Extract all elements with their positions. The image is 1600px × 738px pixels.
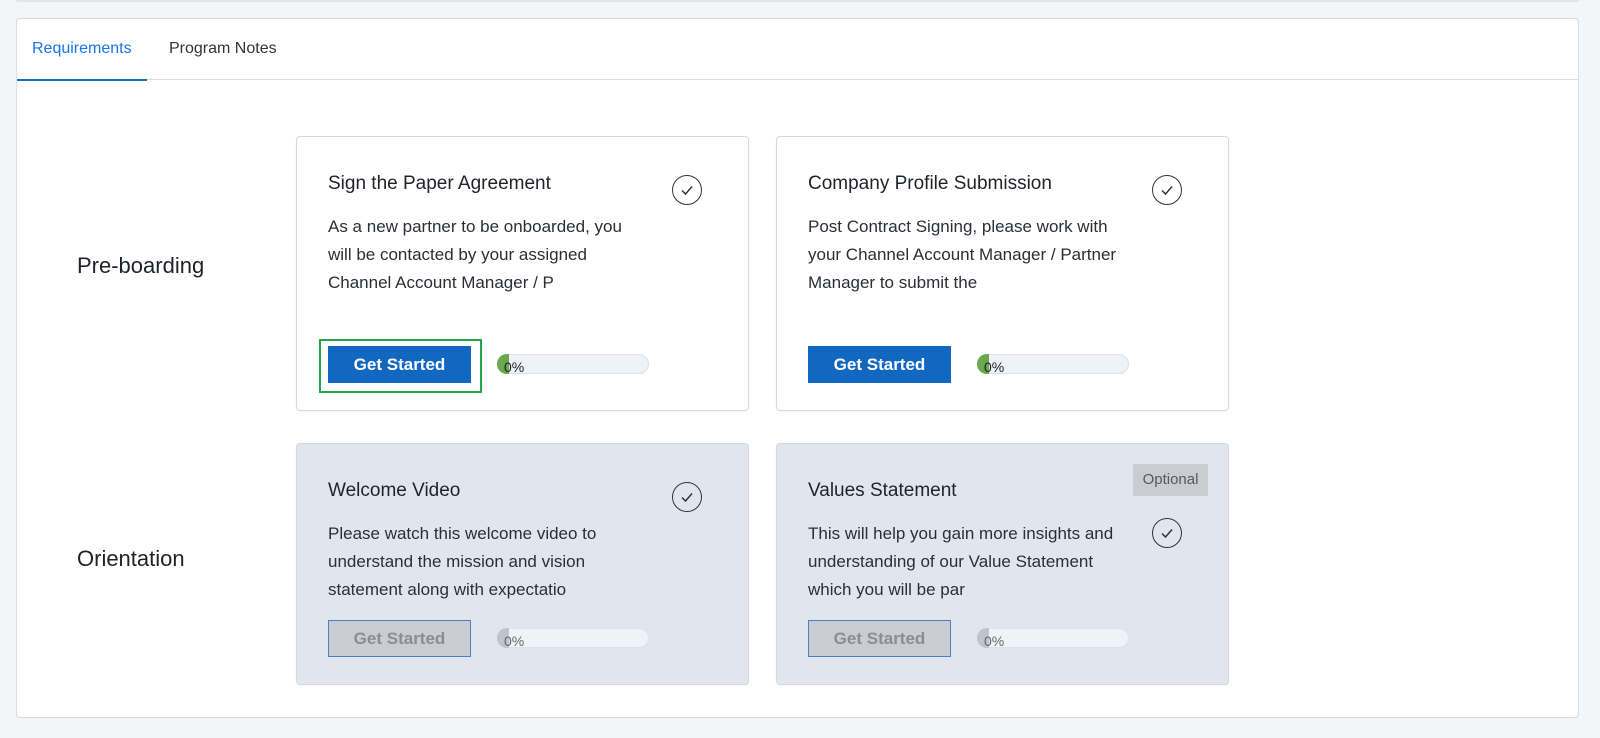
card-title: Sign the Paper Agreement (328, 173, 551, 194)
progress-percent: 0% (504, 633, 525, 649)
tab-bar: Requirements Program Notes (17, 19, 1578, 81)
get-started-button[interactable]: Get Started (808, 346, 951, 383)
tab-program-notes[interactable]: Program Notes (154, 19, 292, 80)
progress-bar: 0% (977, 628, 1129, 649)
requirement-card-company-profile: Company Profile Submission Post Contract… (776, 136, 1229, 411)
card-title: Welcome Video (328, 480, 461, 501)
requirement-card-sign-paper-agreement: Sign the Paper Agreement As a new partne… (296, 136, 749, 411)
requirement-card-values-statement: Optional Values Statement This will help… (776, 443, 1229, 685)
progress-bar: 0% (977, 354, 1129, 375)
progress-percent: 0% (984, 633, 1005, 649)
card-description: Post Contract Signing, please work with … (808, 217, 1117, 292)
card-title: Values Statement (808, 480, 957, 501)
optional-badge: Optional (1133, 464, 1208, 496)
check-circle-icon (1152, 518, 1182, 548)
progress-bar: 0% (497, 628, 649, 649)
check-circle-icon (1152, 175, 1182, 205)
tab-requirements[interactable]: Requirements (17, 19, 147, 81)
requirements-panel: Requirements Program Notes Pre-boarding … (16, 18, 1579, 718)
requirement-card-welcome-video: Welcome Video Please watch this welcome … (296, 443, 749, 685)
card-description: This will help you gain more insights an… (808, 524, 1114, 599)
top-panel-edge (16, 0, 1579, 2)
get-started-button[interactable]: Get Started (328, 620, 471, 657)
progress-percent: 0% (504, 359, 525, 375)
check-circle-icon (672, 482, 702, 512)
get-started-button[interactable]: Get Started (808, 620, 951, 657)
progress-percent: 0% (984, 359, 1005, 375)
progress-bar: 0% (497, 354, 649, 375)
section-label-pre-boarding: Pre-boarding (77, 253, 205, 278)
get-started-button[interactable]: Get Started (328, 346, 471, 383)
check-circle-icon (672, 175, 702, 205)
card-title: Company Profile Submission (808, 173, 1052, 194)
card-description: Please watch this welcome video to under… (328, 524, 597, 599)
card-description: As a new partner to be onboarded, you wi… (328, 217, 622, 292)
section-label-orientation: Orientation (77, 546, 185, 571)
